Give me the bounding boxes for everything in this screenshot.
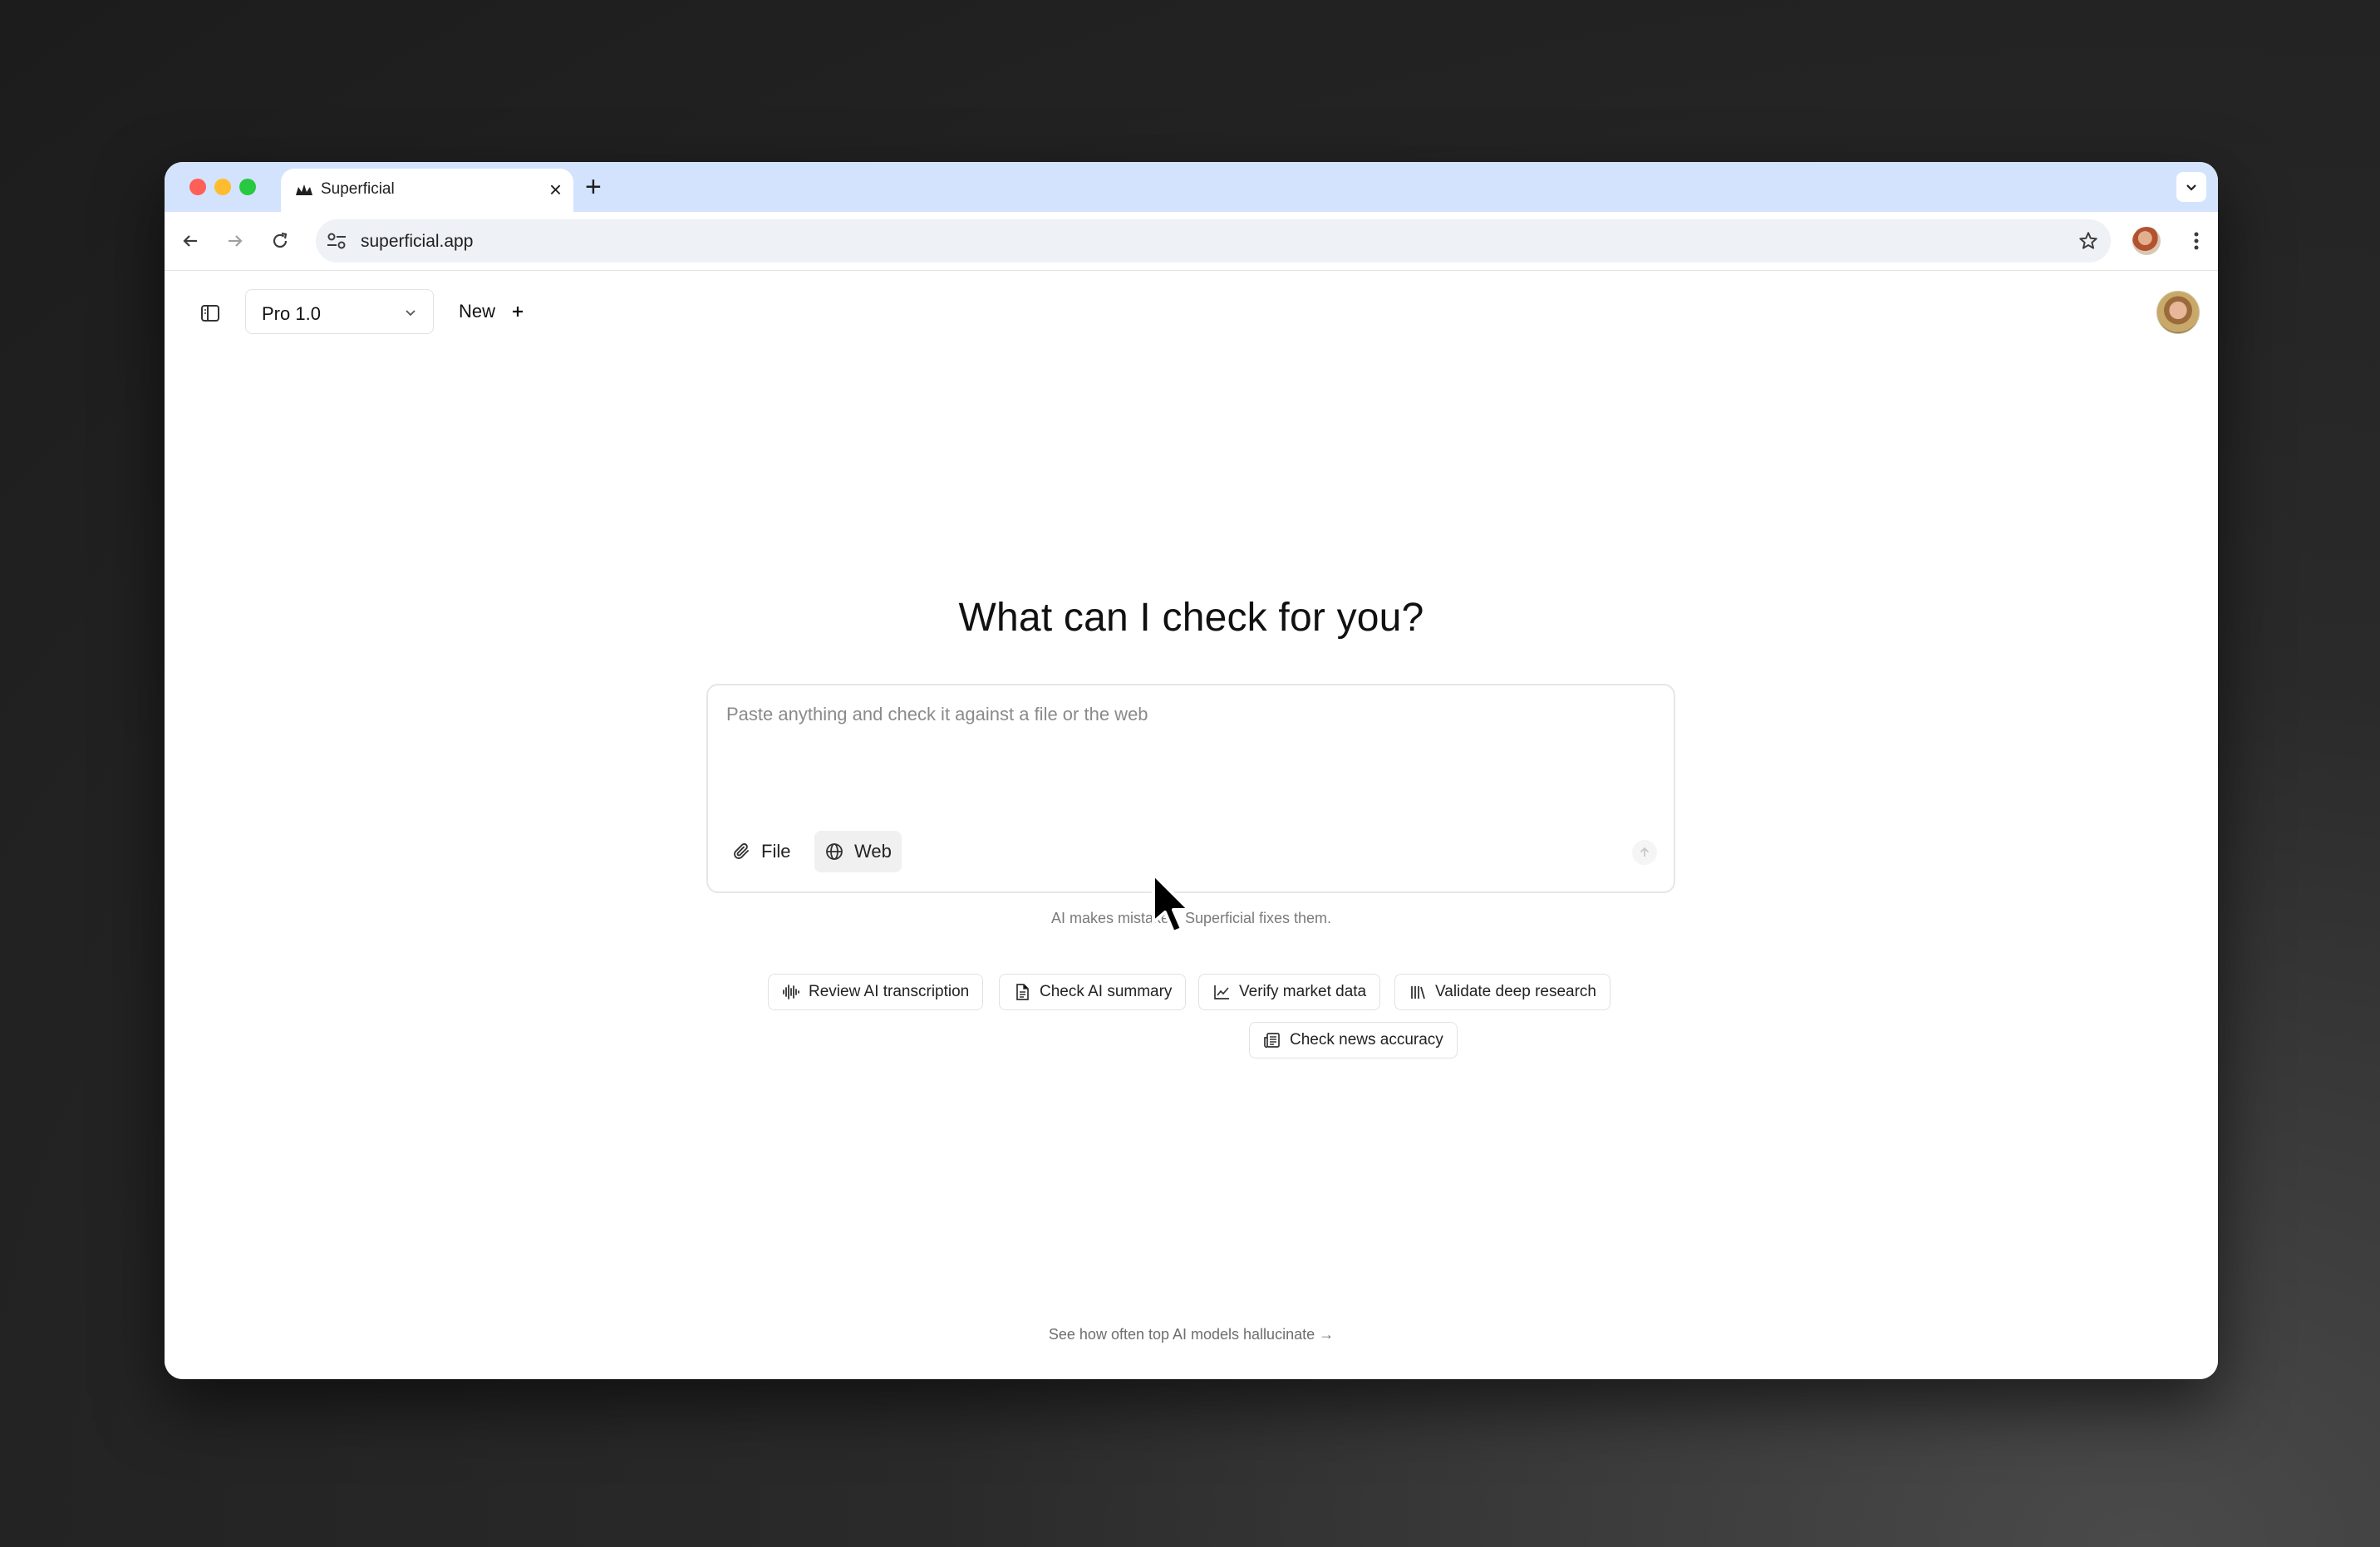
new-chat-button[interactable]: New [459,301,525,322]
reload-icon [273,232,288,248]
url-text: superficial.app [361,232,474,251]
arrow-left-icon [183,235,197,247]
new-button-label: New [459,301,496,322]
reload-button[interactable] [266,227,294,255]
suggestion-check-ai-summary[interactable]: Check AI summary [999,974,1187,1010]
address-bar[interactable]: superficial.app [316,219,2111,263]
user-avatar[interactable] [2156,291,2200,334]
document-icon [1013,983,1031,1001]
attach-file-button[interactable]: File [721,831,800,872]
app-content: Pro 1.0 New What can I check for you? Fi… [165,271,2218,1379]
suggestion-label: Review AI transcription [809,983,970,1000]
profile-avatar-button[interactable] [2132,227,2161,255]
web-button-label: Web [854,841,892,862]
line-chart-icon [1212,983,1231,1001]
browser-window: Superficial × + superficial.app Pro 1.0 … [165,162,2218,1379]
arrow-right-icon [229,235,243,247]
superficial-logo-icon [294,180,314,200]
browser-tab[interactable]: Superficial × [281,169,573,212]
tab-title: Superficial [321,180,395,198]
tab-search-button[interactable] [2176,172,2206,202]
suggestion-review-ai-transcription[interactable]: Review AI transcription [768,974,984,1010]
sidebar-icon[interactable] [199,302,221,324]
globe-icon [824,842,844,862]
suggestion-label: Verify market data [1239,983,1367,1000]
back-button[interactable] [176,227,204,255]
waveform-icon [782,983,800,1001]
suggestion-label: Validate deep research [1435,983,1596,1000]
new-tab-button[interactable]: + [585,170,602,204]
tune-icon[interactable] [326,231,347,251]
paperclip-icon [731,842,751,862]
send-button[interactable] [1632,840,1657,865]
suggestion-check-news-accuracy[interactable]: Check news accuracy [1249,1022,1458,1058]
newspaper-icon [1263,1031,1281,1049]
hallucination-stats-link[interactable]: See how often top AI models hallucinate … [165,1326,2218,1343]
chevron-down-icon [2186,184,2196,191]
library-icon [1409,983,1427,1001]
suggestion-label: Check news accuracy [1290,1031,1443,1049]
model-select[interactable]: Pro 1.0 [245,289,434,334]
mouse-cursor-icon [1150,871,1197,939]
kebab-icon[interactable] [2182,227,2210,255]
window-controls [189,179,256,195]
close-icon[interactable]: × [549,179,562,200]
maximize-window-button[interactable] [239,179,256,195]
web-search-toggle[interactable]: Web [814,831,902,872]
file-button-label: File [761,841,791,862]
prompt-input[interactable] [725,702,1659,788]
suggestion-label: Check AI summary [1040,983,1173,1000]
star-icon[interactable] [2078,230,2099,252]
arrow-up-icon [1640,847,1650,857]
suggestion-validate-deep-research[interactable]: Validate deep research [1394,974,1610,1010]
close-window-button[interactable] [189,179,206,195]
browser-toolbar: superficial.app [165,212,2218,271]
forward-button[interactable] [221,227,249,255]
plus-icon [510,304,525,319]
model-select-value: Pro 1.0 [262,303,321,324]
suggestion-verify-market-data[interactable]: Verify market data [1198,974,1381,1010]
page-title: What can I check for you? [958,596,1424,640]
chevron-down-icon [403,305,418,320]
tab-bar: Superficial × + [165,162,2218,212]
minimize-window-button[interactable] [214,179,231,195]
composer: File Web [706,684,1675,893]
